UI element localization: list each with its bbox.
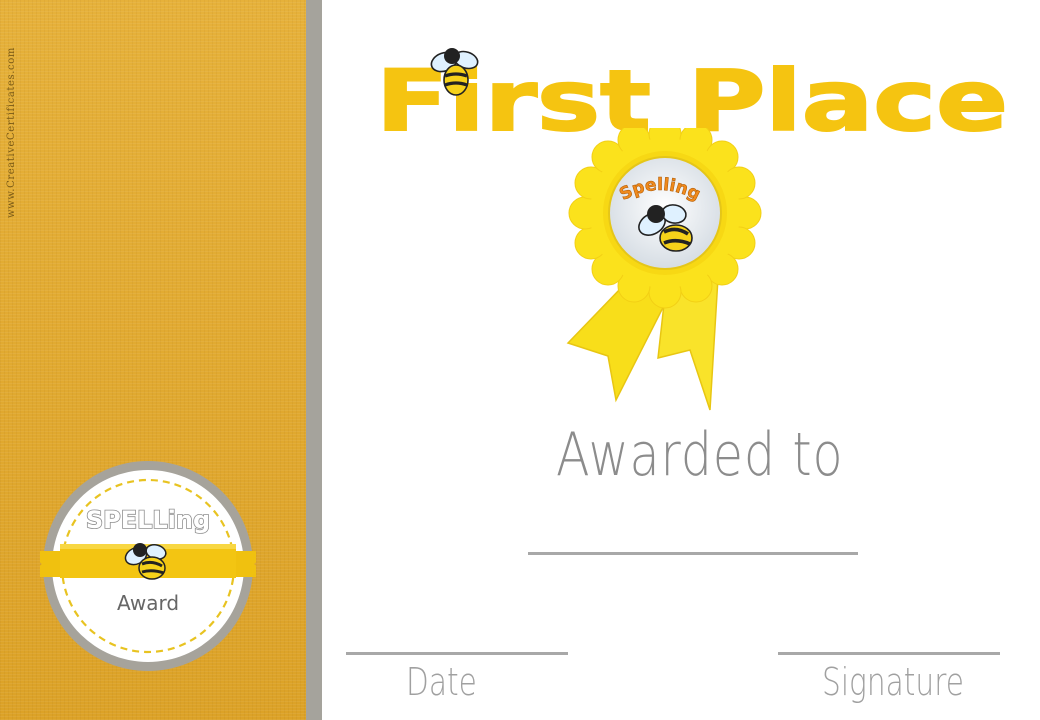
signature-line <box>778 652 1000 655</box>
recipient-name-line <box>528 552 858 555</box>
awarded-to-heading: Awarded to <box>556 420 844 490</box>
spelling-award-seal: SPELLing Award <box>40 461 256 671</box>
seal-bottom-text: Award <box>117 591 179 615</box>
certificate-page: www.CreativeCertificates.com SPELLing Aw… <box>0 0 1040 720</box>
website-watermark: www.CreativeCertificates.com <box>6 47 17 218</box>
signature-label: Signature <box>822 660 964 704</box>
date-label: Date <box>406 660 477 704</box>
date-line <box>346 652 568 655</box>
seal-top-text: SPELLing <box>86 506 210 534</box>
spelling-rosette: Spelling <box>566 128 762 411</box>
gray-divider-stripe <box>306 0 322 720</box>
